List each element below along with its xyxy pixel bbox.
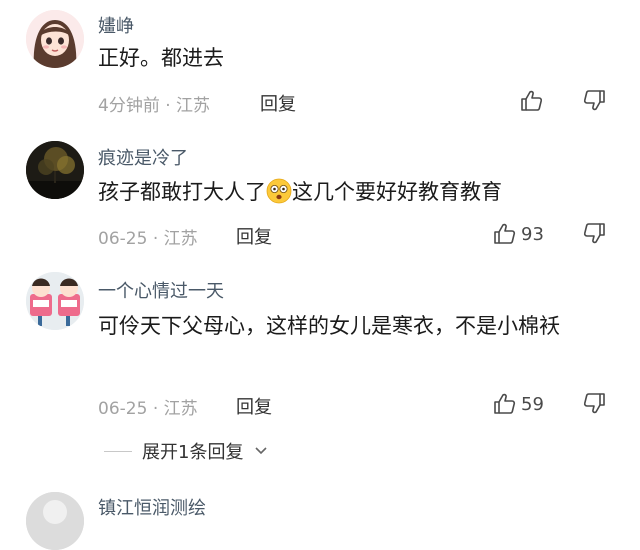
avatar[interactable]: [26, 492, 84, 550]
username[interactable]: 一个心情过一天: [98, 277, 224, 303]
thumbs-up-icon: [494, 223, 516, 244]
comment-text: 孩子都敢打大人了 这几个要好好教育教育: [98, 176, 614, 209]
username[interactable]: 嫿峥: [98, 12, 134, 38]
comment-text-body: 正好。都进去: [98, 46, 224, 70]
thumbs-down-icon: [583, 90, 605, 111]
thumbs-down-icon: [583, 223, 605, 244]
like-count: 93: [521, 223, 544, 245]
cartoon-avatar-icon: [26, 272, 84, 330]
dislike-button[interactable]: [582, 88, 608, 114]
comment-text: 正好。都进去: [98, 42, 614, 75]
avatar[interactable]: [26, 141, 84, 199]
like-button[interactable]: [520, 88, 544, 114]
avatar[interactable]: [26, 272, 84, 330]
expand-replies-button[interactable]: 展开1条回复: [104, 438, 269, 464]
reply-button[interactable]: 回复: [236, 393, 272, 419]
meta-separator: ·: [152, 229, 159, 249]
comment-time: 06-25: [98, 399, 148, 419]
comment-location: 江苏: [163, 229, 198, 249]
username[interactable]: 镇江恒润测绘: [98, 494, 206, 520]
divider-line: [104, 450, 132, 452]
like-count: 59: [521, 393, 544, 415]
partial-avatar-icon: [26, 492, 84, 550]
comment-location: 江苏: [176, 96, 211, 116]
comment-text: 可伶天下父母心，这样的女儿是寒衣，不是小棉袄: [98, 310, 614, 343]
thumbs-up-icon: [494, 393, 516, 414]
like-button[interactable]: 59: [493, 391, 544, 417]
chevron-down-icon: [255, 447, 268, 455]
thumbs-down-icon: [583, 393, 605, 414]
reply-button[interactable]: 回复: [260, 90, 296, 116]
dislike-button[interactable]: [582, 391, 608, 417]
comment-time: 06-25: [98, 229, 148, 249]
expand-replies-label: 展开1条回复: [142, 442, 244, 463]
comment-meta: 4分钟前 · 江苏: [98, 91, 210, 116]
comment-time: 4分钟前: [98, 96, 160, 116]
meta-separator: ·: [165, 96, 171, 116]
dislike-button[interactable]: [582, 221, 608, 247]
comment-meta: 06-25 · 江苏: [98, 224, 198, 249]
astonished-emoji-icon: [266, 178, 292, 204]
avatar[interactable]: [26, 10, 84, 68]
comment-meta: 06-25 · 江苏: [98, 394, 198, 419]
reply-button[interactable]: 回复: [236, 223, 272, 249]
comment-text-body: 可伶天下父母心，这样的女儿是寒衣，不是小棉袄: [98, 314, 560, 338]
meta-separator: ·: [152, 399, 159, 419]
girl-avatar-icon: [26, 10, 84, 68]
like-button[interactable]: 93: [493, 221, 544, 247]
night-scene-avatar-icon: [26, 141, 84, 199]
comment-text-body: 孩子都敢打大人了: [98, 180, 266, 204]
thumbs-up-icon: [521, 90, 543, 111]
comment-text-body-2: 这几个要好好教育教育: [292, 180, 502, 204]
comment-location: 江苏: [163, 399, 198, 419]
username[interactable]: 痕迹是冷了: [98, 144, 188, 170]
